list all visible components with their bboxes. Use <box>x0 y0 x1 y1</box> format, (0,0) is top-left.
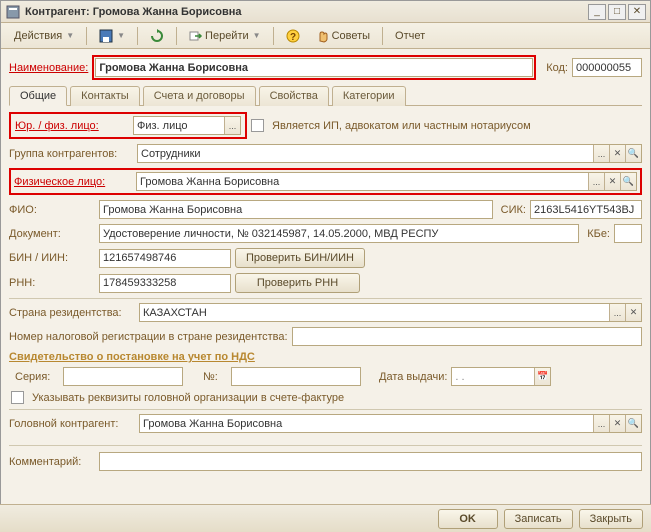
separator <box>382 27 383 45</box>
doc-label: Документ: <box>9 228 95 240</box>
sik-input[interactable] <box>530 200 642 219</box>
advice-button[interactable]: Советы <box>309 26 377 46</box>
chevron-down-icon: ▼ <box>66 31 74 40</box>
date-label: Дата выдачи: <box>365 371 447 383</box>
divider <box>9 409 642 410</box>
rnn-input[interactable] <box>99 274 231 293</box>
num-input[interactable] <box>231 367 361 386</box>
group-value: Сотрудники <box>138 148 593 160</box>
refresh-icon <box>150 29 164 43</box>
doc-value: Удостоверение личности, № 032145987, 14.… <box>100 228 578 240</box>
fio-value: Громова Жанна Борисовна <box>100 204 492 216</box>
goto-menu[interactable]: Перейти▼ <box>182 26 268 46</box>
save-button[interactable]: Записать <box>504 509 573 529</box>
clear-button[interactable]: ✕ <box>609 145 625 162</box>
use-head-label: Указывать реквизиты головной организации… <box>32 392 344 404</box>
goto-icon <box>189 29 203 43</box>
check-rnn-button[interactable]: Проверить РНН <box>235 273 360 293</box>
legal-type-value: Физ. лицо <box>134 120 224 132</box>
num-label: №: <box>187 371 227 383</box>
select-button[interactable]: ... <box>609 304 625 321</box>
country-value: КАЗАХСТАН <box>140 307 609 319</box>
calendar-button[interactable]: 📅 <box>534 368 550 385</box>
name-input[interactable] <box>95 58 533 77</box>
person-value: Громова Жанна Борисовна <box>137 176 588 188</box>
close-button[interactable]: ✕ <box>628 4 646 20</box>
chevron-down-icon: ▼ <box>117 31 125 40</box>
clear-button[interactable]: ✕ <box>604 173 620 190</box>
fio-label: ФИО: <box>9 204 95 216</box>
toolbar: Действия▼ ▼ Перейти▼ ? Советы Отчет <box>1 23 650 49</box>
select-button[interactable]: ... <box>593 415 609 432</box>
use-head-checkbox[interactable] <box>11 391 24 404</box>
bin-input[interactable] <box>99 249 231 268</box>
kbe-label: КБе: <box>587 228 610 240</box>
taxreg-input[interactable] <box>292 327 642 346</box>
legal-type-label: Юр. / физ. лицо: <box>15 120 127 132</box>
help-icon-button[interactable]: ? <box>279 26 307 46</box>
separator <box>273 27 274 45</box>
check-bin-button[interactable]: Проверить БИН/ИИН <box>235 248 365 268</box>
tab-categories[interactable]: Категории <box>332 86 406 106</box>
separator <box>137 27 138 45</box>
clear-button[interactable]: ✕ <box>625 304 641 321</box>
select-button[interactable]: ... <box>224 117 240 134</box>
series-input[interactable] <box>63 367 183 386</box>
comment-label: Комментарий: <box>9 456 95 468</box>
help-icon: ? <box>286 29 300 43</box>
divider <box>9 445 642 446</box>
clear-button[interactable]: ✕ <box>609 415 625 432</box>
sik-label: СИК: <box>501 204 526 216</box>
footer: OK Записать Закрыть <box>0 504 651 532</box>
actions-menu[interactable]: Действия▼ <box>7 26 81 46</box>
group-label: Группа контрагентов: <box>9 148 133 160</box>
select-button[interactable]: ... <box>588 173 604 190</box>
head-label: Головной контрагент: <box>9 418 135 430</box>
select-button[interactable]: ... <box>593 145 609 162</box>
nds-section-title: Свидетельство о постановке на учет по НД… <box>9 351 642 363</box>
app-icon <box>5 4 21 20</box>
separator <box>86 27 87 45</box>
separator <box>176 27 177 45</box>
name-label: Наименование: <box>9 62 88 74</box>
kbe-input[interactable] <box>614 224 642 243</box>
country-label: Страна резидентства: <box>9 307 135 319</box>
tab-general[interactable]: Общие <box>9 86 67 106</box>
code-label: Код: <box>546 62 568 74</box>
close-footer-button[interactable]: Закрыть <box>579 509 643 529</box>
maximize-button[interactable]: □ <box>608 4 626 20</box>
search-button[interactable]: 🔍 <box>625 415 641 432</box>
rnn-label: РНН: <box>9 277 95 289</box>
floppy-icon <box>99 29 113 43</box>
tab-accounts[interactable]: Счета и договоры <box>143 86 256 106</box>
search-button[interactable]: 🔍 <box>625 145 641 162</box>
save-icon-button[interactable]: ▼ <box>92 26 132 46</box>
report-button[interactable]: Отчет <box>388 26 432 46</box>
divider <box>9 298 642 299</box>
tab-properties[interactable]: Свойства <box>259 86 329 106</box>
tabs: Общие Контакты Счета и договоры Свойства… <box>9 85 642 106</box>
series-label: Серия: <box>9 371 59 383</box>
tab-contacts[interactable]: Контакты <box>70 86 140 106</box>
refresh-icon-button[interactable] <box>143 26 171 46</box>
minimize-button[interactable]: _ <box>588 4 606 20</box>
window-controls: _ □ ✕ <box>588 4 646 20</box>
window-title: Контрагент: Громова Жанна Борисовна <box>25 6 588 18</box>
taxreg-label: Номер налоговой регистрации в стране рез… <box>9 331 288 343</box>
svg-text:?: ? <box>290 32 296 43</box>
date-value: . . <box>452 371 534 383</box>
head-value: Громова Жанна Борисовна <box>140 418 593 430</box>
ok-button[interactable]: OK <box>438 509 498 529</box>
bin-label: БИН / ИИН: <box>9 252 95 264</box>
person-label: Физическое лицо: <box>14 176 130 188</box>
search-button[interactable]: 🔍 <box>620 173 636 190</box>
chevron-down-icon: ▼ <box>253 31 261 40</box>
titlebar: Контрагент: Громова Жанна Борисовна _ □ … <box>1 1 650 23</box>
hand-icon <box>316 29 330 43</box>
is-ip-label: Является ИП, адвокатом или частным нотар… <box>272 120 531 132</box>
comment-input[interactable] <box>99 452 642 471</box>
is-ip-checkbox[interactable] <box>251 119 264 132</box>
code-input[interactable] <box>572 58 642 77</box>
